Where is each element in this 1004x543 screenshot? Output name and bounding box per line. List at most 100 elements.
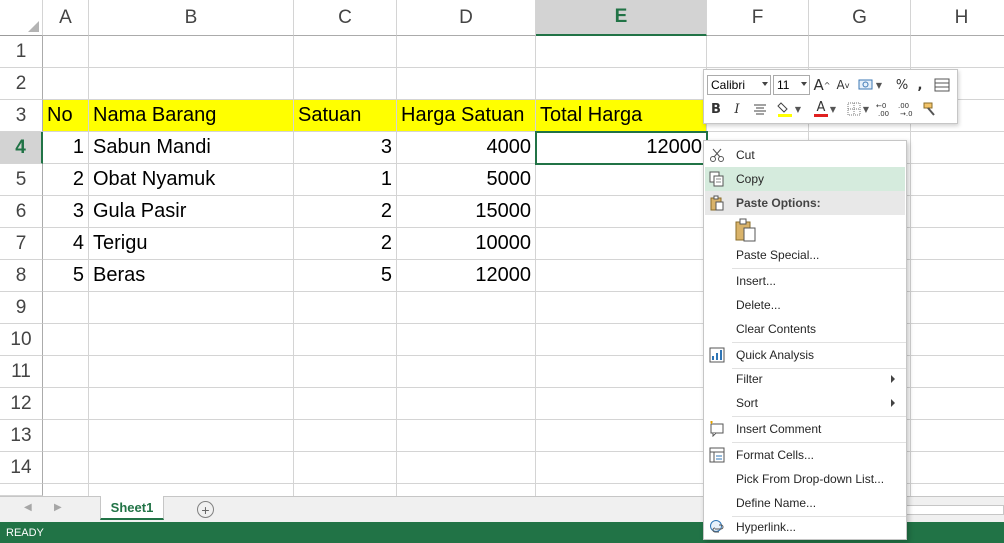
grid-cell[interactable] (89, 452, 294, 484)
grid-cell[interactable] (536, 292, 707, 324)
menu-item-clear-contents[interactable]: Clear Contents (705, 317, 905, 341)
cell-d5[interactable]: 5000 (397, 164, 536, 196)
horizontal-scrollbar[interactable] (906, 505, 1004, 515)
grid-cell[interactable] (89, 356, 294, 388)
grid-cell[interactable] (397, 388, 536, 420)
grid-cell[interactable] (43, 420, 89, 452)
grid-cell[interactable] (89, 484, 294, 496)
column-header-d[interactable]: D (397, 0, 536, 36)
new-sheet-button[interactable]: + (197, 501, 214, 518)
fill-color-button[interactable]: ▼ (774, 99, 804, 119)
borders-button[interactable]: ▼ (844, 99, 872, 119)
grid-cell[interactable] (536, 36, 707, 68)
decrease-decimal-button[interactable]: .00 →.0 (898, 99, 916, 119)
scroll-tabs-right-icon[interactable]: ▶ (54, 502, 62, 513)
grid-cell[interactable] (89, 388, 294, 420)
row-header-14[interactable]: 14 (0, 452, 43, 484)
align-center-button[interactable] (752, 99, 768, 119)
grid-cell[interactable] (536, 484, 707, 496)
grid-cell[interactable] (294, 420, 397, 452)
grid-cell[interactable] (911, 36, 1004, 68)
cell-a3[interactable]: No (43, 100, 89, 132)
cell-d6[interactable]: 15000 (397, 196, 536, 228)
grid-cell[interactable] (911, 260, 1004, 292)
percent-style-button[interactable]: % (894, 75, 910, 95)
sheet-tab-sheet1[interactable]: Sheet1 (100, 496, 164, 520)
font-name-select[interactable]: Calibri (707, 75, 771, 95)
grid-cell[interactable] (536, 420, 707, 452)
column-header-g[interactable]: G (809, 0, 911, 36)
menu-item-copy[interactable]: Copy (705, 167, 905, 191)
menu-item-format-cells[interactable]: Format Cells... (705, 443, 905, 467)
cell-e4[interactable]: 12000 (536, 132, 707, 164)
grid-cell[interactable] (911, 484, 1004, 496)
grid-cell[interactable] (294, 324, 397, 356)
grid-cell[interactable] (294, 484, 397, 496)
cell-a7[interactable]: 4 (43, 228, 89, 260)
column-header-h[interactable]: H (911, 0, 1004, 36)
grid-cell[interactable] (89, 420, 294, 452)
grid-cell[interactable] (397, 420, 536, 452)
grid-cell[interactable] (536, 324, 707, 356)
grid-cell[interactable] (911, 228, 1004, 260)
row-header-1[interactable]: 1 (0, 36, 43, 68)
grid-cell[interactable] (536, 388, 707, 420)
column-header-a[interactable]: A (43, 0, 89, 36)
grid-cell[interactable] (536, 164, 707, 196)
paste-button[interactable] (734, 218, 758, 242)
font-size-select[interactable]: 11 (773, 75, 810, 95)
row-header-6[interactable]: 6 (0, 196, 43, 228)
grid-cell[interactable] (294, 388, 397, 420)
grid-cell[interactable] (911, 452, 1004, 484)
row-header-7[interactable]: 7 (0, 228, 43, 260)
cell-b4[interactable]: Sabun Mandi (89, 132, 294, 164)
menu-item-hyperlink[interactable]: Hyperlink... (705, 515, 905, 539)
comma-style-button[interactable]: , (914, 75, 926, 95)
grid-cell[interactable] (911, 388, 1004, 420)
menu-item-sort[interactable]: Sort (705, 391, 905, 415)
grid-cell[interactable] (536, 68, 707, 100)
grid-cell[interactable] (536, 452, 707, 484)
cell-d3[interactable]: Harga Satuan (397, 100, 536, 132)
cell-c7[interactable]: 2 (294, 228, 397, 260)
cell-b7[interactable]: Terigu (89, 228, 294, 260)
grid-cell[interactable] (89, 324, 294, 356)
bold-button[interactable]: B (709, 99, 723, 119)
italic-button[interactable]: I (730, 99, 744, 119)
cell-c5[interactable]: 1 (294, 164, 397, 196)
grid-cell[interactable] (397, 484, 536, 496)
grid-cell[interactable] (43, 36, 89, 68)
grid-cell[interactable] (397, 292, 536, 324)
format-painter-button[interactable] (920, 99, 940, 119)
grid-cell[interactable] (911, 324, 1004, 356)
grid-cell[interactable] (911, 420, 1004, 452)
row-header-5[interactable]: 5 (0, 164, 43, 196)
column-header-c[interactable]: C (294, 0, 397, 36)
grid-cell[interactable] (911, 132, 1004, 164)
cell-b5[interactable]: Obat Nyamuk (89, 164, 294, 196)
cell-b3[interactable]: Nama Barang (89, 100, 294, 132)
cell-a6[interactable]: 3 (43, 196, 89, 228)
grid-cell[interactable] (911, 164, 1004, 196)
menu-item-insert-comment[interactable]: Insert Comment (705, 417, 905, 441)
column-header-b[interactable]: B (89, 0, 294, 36)
cell-c6[interactable]: 2 (294, 196, 397, 228)
row-header-2[interactable]: 2 (0, 68, 43, 100)
grid-cell[interactable] (911, 196, 1004, 228)
grid-cell[interactable] (911, 292, 1004, 324)
row-header-15[interactable] (0, 484, 43, 496)
grid-cell[interactable] (397, 68, 536, 100)
select-all-corner[interactable] (0, 0, 43, 36)
grid-cell[interactable] (43, 324, 89, 356)
grid-cell[interactable] (397, 452, 536, 484)
grid-cell[interactable] (294, 452, 397, 484)
grid-cell[interactable] (911, 356, 1004, 388)
cell-c3[interactable]: Satuan (294, 100, 397, 132)
row-header-11[interactable]: 11 (0, 356, 43, 388)
scroll-tabs-left-icon[interactable]: ◀ (24, 502, 32, 513)
cell-c8[interactable]: 5 (294, 260, 397, 292)
grid-cell[interactable] (809, 36, 911, 68)
grid-cell[interactable] (43, 452, 89, 484)
cell-e3[interactable]: Total Harga (536, 100, 707, 132)
column-header-f[interactable]: F (707, 0, 809, 36)
